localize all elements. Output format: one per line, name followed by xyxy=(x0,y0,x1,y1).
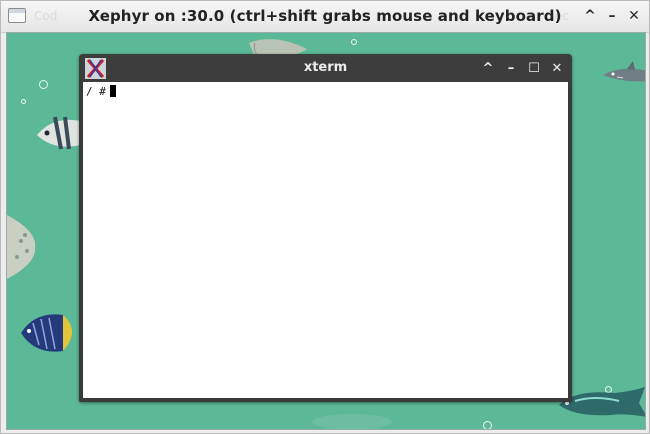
shade-button[interactable]: ^ xyxy=(580,6,600,26)
text-cursor xyxy=(110,85,116,97)
bubble xyxy=(21,99,26,104)
fish-shark xyxy=(603,61,645,82)
close-button[interactable]: ✕ xyxy=(624,6,644,26)
fish-faint xyxy=(312,414,392,429)
minimize-button[interactable]: – xyxy=(602,6,622,26)
xterm-title: xterm xyxy=(303,60,348,75)
minimize-icon: – xyxy=(507,60,515,76)
xterm-minimize-button[interactable]: – xyxy=(502,59,520,77)
xterm-titlebar[interactable]: xterm ^ – ☐ ✕ xyxy=(79,54,572,82)
xterm-shade-button[interactable]: ^ xyxy=(479,59,497,77)
chevron-up-icon: ^ xyxy=(584,8,596,24)
close-icon: ✕ xyxy=(628,8,640,24)
xterm-maximize-button[interactable]: ☐ xyxy=(525,59,543,77)
xterm-close-button[interactable]: ✕ xyxy=(548,59,566,77)
xephyr-window: Cod Sec Xephyr on :30.0 (ctrl+shift grab… xyxy=(0,0,650,434)
chevron-up-icon: ^ xyxy=(482,60,494,76)
close-icon: ✕ xyxy=(551,60,563,76)
xephyr-titlebar[interactable]: Cod Sec Xephyr on :30.0 (ctrl+shift grab… xyxy=(1,1,649,33)
minimize-icon: – xyxy=(608,8,616,24)
xterm-window: xterm ^ – ☐ ✕ / # xyxy=(79,54,572,402)
fish-blue-yellow xyxy=(21,314,72,352)
bubble xyxy=(351,39,357,45)
xephyr-title: Xephyr on :30.0 (ctrl+shift grabs mouse … xyxy=(88,7,562,25)
maximize-icon: ☐ xyxy=(528,60,540,76)
terminal-area[interactable]: / # xyxy=(83,82,568,398)
bubble xyxy=(39,80,48,89)
fish-spotted xyxy=(7,215,36,279)
shell-prompt: / # xyxy=(86,85,106,98)
bubble xyxy=(483,421,492,429)
